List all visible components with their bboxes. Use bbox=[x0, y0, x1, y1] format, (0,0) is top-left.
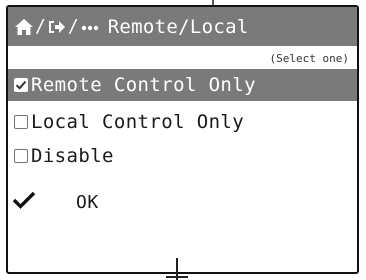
breadcrumb: / / bbox=[14, 16, 100, 37]
title-bar: / / Remote/Local bbox=[8, 7, 357, 46]
option-label: Disable bbox=[31, 145, 114, 167]
breadcrumb-separator: / bbox=[67, 16, 79, 37]
selection-hint: (Select one) bbox=[269, 52, 349, 65]
ok-button[interactable]: OK bbox=[8, 187, 357, 217]
option-label: Local Control Only bbox=[31, 111, 245, 133]
checkmark-icon bbox=[12, 190, 36, 215]
home-icon[interactable] bbox=[14, 18, 34, 36]
checkbox-empty-icon[interactable] bbox=[14, 149, 28, 163]
checkbox-checked-icon[interactable] bbox=[14, 78, 28, 92]
option-local-control-only[interactable]: Local Control Only bbox=[8, 107, 357, 137]
checkbox-empty-icon[interactable] bbox=[14, 115, 28, 129]
exit-arrow-icon[interactable] bbox=[47, 18, 67, 36]
device-screen: / / Remote/Local (Select one) Remote Con… bbox=[6, 5, 359, 274]
option-remote-control-only[interactable]: Remote Control Only bbox=[8, 69, 357, 101]
page-title: Remote/Local bbox=[107, 15, 249, 38]
more-dots-icon[interactable] bbox=[80, 18, 100, 36]
option-label: Remote Control Only bbox=[31, 74, 256, 96]
breadcrumb-separator: / bbox=[35, 16, 46, 37]
option-disable[interactable]: Disable bbox=[8, 141, 357, 171]
ok-label: OK bbox=[76, 191, 99, 213]
bottom-marker-base bbox=[166, 276, 188, 278]
